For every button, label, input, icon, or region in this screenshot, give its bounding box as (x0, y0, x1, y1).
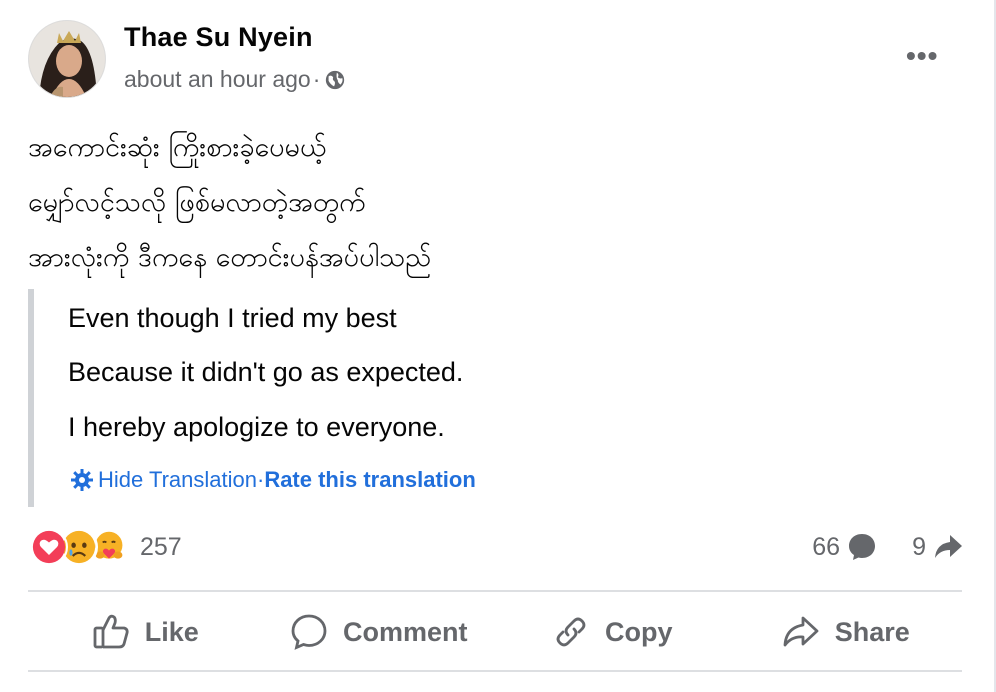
comment-label: Comment (342, 616, 468, 647)
globe-icon[interactable] (324, 69, 346, 91)
share-count[interactable]: 9 (912, 533, 926, 562)
comment-button[interactable]: Comment (262, 596, 496, 668)
translation-links: Hide Translation · Rate this translation (70, 467, 476, 493)
translation-line: Because it didn't go as expected. (68, 357, 464, 387)
copy-label: Copy (605, 616, 673, 647)
link-icon (556, 617, 586, 647)
link-separator: · (256, 467, 265, 492)
post-text-line: အကောင်းဆုံး ကြိုးစားခဲ့ပေမယ့် (28, 132, 327, 163)
comment-count[interactable]: 66 (812, 533, 840, 562)
engagement-stats: 66 9 (812, 531, 964, 563)
post-card: Thae Su Nyein about an hour ago · ••• အက… (0, 0, 996, 692)
post-text-line: အားလုံးကို ဒီကနေ တောင်းပန်အပ်ပါသည် (28, 242, 432, 273)
gear-icon (71, 469, 93, 491)
translation-line: I hereby apologize to everyone. (68, 412, 445, 442)
meta-separator: · (312, 66, 321, 92)
action-bar: Like Comment Copy Share (28, 596, 962, 668)
reaction-summary[interactable]: 257 (30, 528, 182, 566)
divider (28, 670, 962, 672)
divider (28, 590, 962, 592)
share-icon (783, 616, 819, 647)
hide-translation-link[interactable]: Hide Translation (98, 467, 257, 493)
share-arrow-icon[interactable] (932, 531, 964, 563)
reaction-count[interactable]: 257 (140, 533, 182, 562)
post-body: အကောင်းဆုံး ကြိုးစားခဲ့ပေမယ့် မျှော်လင့်… (28, 120, 431, 285)
author-name[interactable]: Thae Su Nyein (124, 22, 313, 53)
thumbs-up-icon (93, 614, 129, 649)
rate-translation-link[interactable]: Rate this translation (264, 467, 475, 493)
more-options-icon[interactable]: ••• (906, 40, 938, 72)
translation-block: Even though I tried my best Because it d… (28, 289, 588, 507)
post-text-line: မျှော်လင့်သလို ဖြစ်မလာတဲ့အတွက် (28, 187, 366, 218)
author-avatar[interactable] (28, 20, 106, 98)
comment-bubble-icon[interactable] (846, 531, 878, 563)
share-button[interactable]: Share (729, 596, 963, 668)
post-meta: about an hour ago · (124, 66, 346, 93)
like-label: Like (144, 616, 199, 647)
share-label: Share (834, 616, 910, 647)
copy-button[interactable]: Copy (495, 596, 729, 668)
translation-line: Even though I tried my best (68, 303, 397, 333)
post-timestamp[interactable]: about an hour ago (124, 66, 311, 93)
love-reaction-icon (30, 528, 68, 566)
like-button[interactable]: Like (28, 596, 262, 668)
comment-icon (291, 614, 327, 650)
